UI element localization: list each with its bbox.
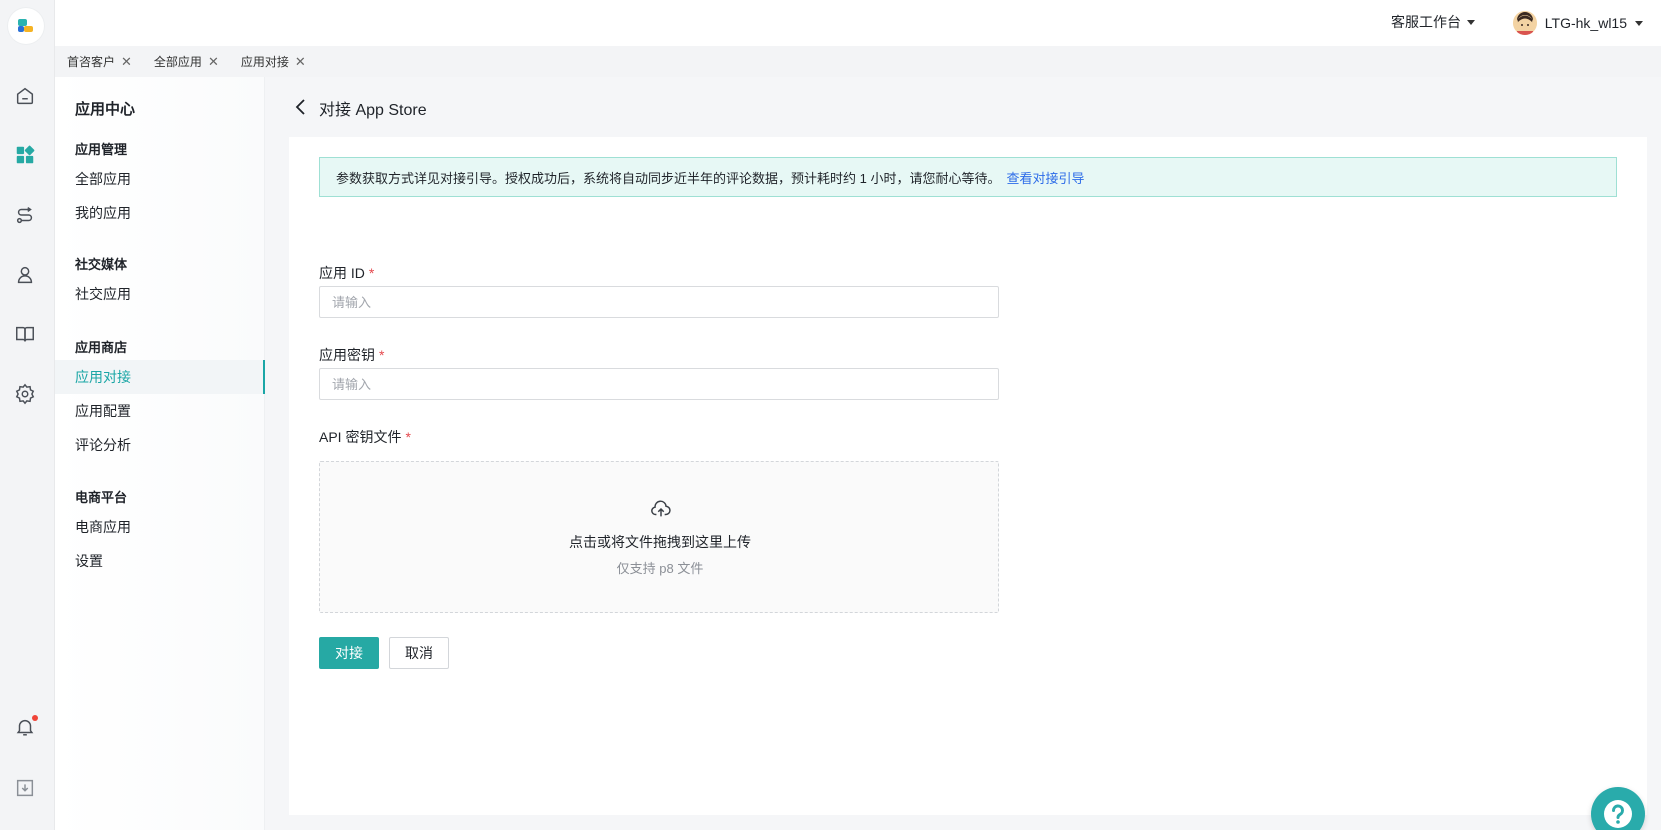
sidebar-item-app-config[interactable]: 应用配置 [55, 394, 265, 428]
app-secret-label: 应用密钥 * [319, 345, 384, 365]
app-secret-input[interactable] [319, 368, 999, 400]
sidebar-item-my-apps[interactable]: 我的应用 [55, 196, 265, 230]
user-menu[interactable]: LTG-hk_wl15 [1512, 11, 1643, 35]
nav-notifications[interactable] [11, 713, 39, 741]
workspace-switcher[interactable]: 客服工作台 [1391, 12, 1475, 32]
api-file-label-text: API 密钥文件 [319, 429, 402, 445]
book-icon [16, 326, 34, 342]
alert-text: 参数获取方式详见对接引导。授权成功后，系统将自动同步近半年的评论数据，预计耗时约… [336, 170, 1001, 186]
tab-strip: 首咨客户 ✕ 全部应用 ✕ 应用对接 ✕ [55, 46, 1661, 77]
nav-downloads[interactable] [11, 774, 39, 802]
sidebar-item-social-apps[interactable]: 社交应用 [55, 277, 265, 311]
route-icon [16, 207, 33, 224]
page-title: 对接 App Store [319, 102, 427, 119]
info-alert: 参数获取方式详见对接引导。授权成功后，系统将自动同步近半年的评论数据，预计耗时约… [319, 157, 1617, 197]
sidebar-item-app-integration[interactable]: 应用对接 [55, 360, 265, 394]
sidebar-group-ecommerce: 电商平台 [75, 490, 128, 505]
tab-label: 首咨客户 [67, 55, 116, 69]
nav-settings[interactable] [11, 380, 39, 408]
top-bar: 客服工作台 LTG-hk_wl15 [55, 0, 1661, 46]
app-root: 客服工作台 LTG-hk_wl15 首咨客户 ✕ 全部应用 ✕ 应用对接 ✕ 应… [0, 0, 1661, 830]
tab-app-integration[interactable]: 应用对接 ✕ [241, 53, 306, 70]
form-card: 参数获取方式详见对接引导。授权成功后，系统将自动同步近半年的评论数据，预计耗时约… [289, 137, 1647, 815]
app-id-label: 应用 ID * [319, 263, 374, 283]
cancel-button[interactable]: 取消 [389, 637, 449, 669]
file-upload-dropzone[interactable]: 点击或将文件拖拽到这里上传 仅支持 p8 文件 [319, 461, 999, 613]
app-id-label-text: 应用 ID [319, 265, 365, 281]
question-icon [1604, 800, 1632, 828]
sidebar-group-social-media: 社交媒体 [75, 257, 128, 272]
app-secret-label-text: 应用密钥 [319, 347, 375, 363]
nav-users[interactable] [11, 261, 39, 289]
logo-icon [18, 19, 33, 32]
required-mark: * [379, 347, 385, 363]
required-mark: * [405, 429, 411, 445]
close-icon[interactable]: ✕ [121, 55, 132, 68]
download-icon [16, 779, 34, 797]
nav-apps[interactable] [11, 141, 39, 169]
nav-routes[interactable] [11, 201, 39, 229]
api-file-label: API 密钥文件 * [319, 427, 411, 447]
integration-guide-link[interactable]: 查看对接引导 [1006, 168, 1084, 187]
avatar-icon [1512, 11, 1537, 35]
nav-knowledge[interactable] [11, 320, 39, 348]
sidebar-title: 应用中心 [75, 101, 136, 118]
home-icon [16, 87, 34, 105]
connect-button[interactable]: 对接 [319, 637, 379, 669]
user-icon [17, 266, 33, 284]
notification-dot [32, 715, 38, 721]
avatar [1512, 11, 1537, 35]
sidebar-item-ecommerce-apps[interactable]: 电商应用 [55, 510, 265, 544]
secondary-sidebar: 应用中心 应用管理 全部应用 我的应用 社交媒体 社交应用 应用商店 应用对接 … [55, 77, 265, 830]
sidebar-item-review-analysis[interactable]: 评论分析 [55, 428, 265, 462]
chevron-down-icon [1635, 20, 1643, 26]
close-icon[interactable]: ✕ [295, 55, 306, 68]
sidebar-group-app-store: 应用商店 [75, 340, 128, 355]
back-arrow-icon[interactable] [291, 97, 311, 117]
sidebar-item-settings[interactable]: 设置 [55, 544, 265, 578]
chevron-down-icon [1467, 19, 1475, 25]
close-icon[interactable]: ✕ [208, 55, 219, 68]
tab-first-consult[interactable]: 首咨客户 ✕ [67, 53, 132, 70]
sidebar-group-app-management: 应用管理 [75, 142, 128, 157]
required-mark: * [368, 265, 375, 281]
tab-label: 全部应用 [153, 55, 202, 69]
cloud-upload-icon [651, 500, 671, 517]
user-name: LTG-hk_wl15 [1544, 15, 1627, 31]
app-logo[interactable] [8, 8, 44, 44]
upload-text: 点击或将文件拖拽到这里上传 [569, 534, 751, 550]
main-content: 对接 App Store 参数获取方式详见对接引导。授权成功后，系统将自动同步近… [265, 77, 1661, 830]
app-id-input[interactable] [319, 286, 999, 318]
settings-icon [15, 383, 35, 405]
sidebar-item-all-apps[interactable]: 全部应用 [55, 162, 265, 196]
upload-hint: 仅支持 p8 文件 [616, 561, 704, 576]
tab-all-apps[interactable]: 全部应用 ✕ [154, 53, 219, 70]
workspace-label: 客服工作台 [1391, 14, 1461, 30]
left-rail [0, 0, 55, 830]
apps-icon [16, 145, 35, 164]
page-header: 对接 App Store [265, 77, 1661, 137]
tab-label: 应用对接 [240, 55, 289, 69]
nav-home[interactable] [11, 82, 39, 110]
